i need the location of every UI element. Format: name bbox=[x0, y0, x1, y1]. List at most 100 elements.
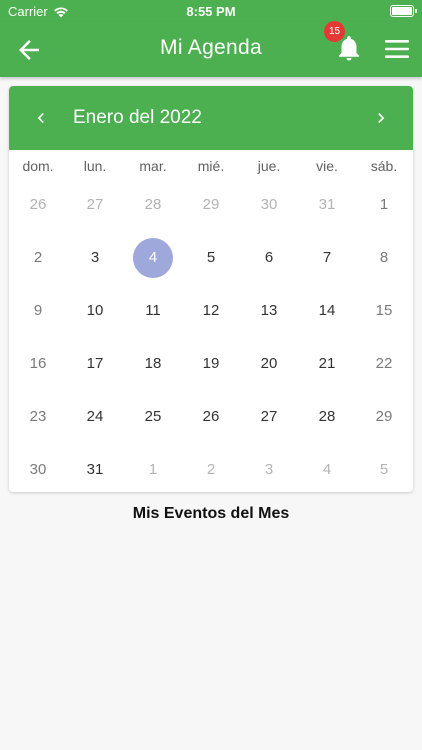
calendar-day-number: 24 bbox=[86, 408, 104, 425]
calendar-day-number: 9 bbox=[33, 302, 43, 319]
weekday-label: dom. bbox=[22, 158, 54, 174]
calendar-day-number: 3 bbox=[90, 249, 100, 266]
calendar-day-number: 23 bbox=[29, 408, 47, 425]
calendar-day-number: 29 bbox=[202, 196, 220, 213]
calendar-day[interactable]: 7 bbox=[298, 231, 356, 284]
calendar-day[interactable]: 17 bbox=[66, 337, 124, 390]
calendar-day[interactable]: 1 bbox=[355, 178, 413, 231]
calendar-day[interactable]: 15 bbox=[355, 284, 413, 337]
calendar-day-number: 18 bbox=[144, 355, 162, 372]
calendar-day[interactable]: 5 bbox=[182, 231, 240, 284]
weekday-row: dom. lun. mar. mié. jue. vie. sáb. bbox=[9, 158, 413, 178]
calendar-day[interactable]: 2 bbox=[182, 443, 240, 492]
calendar-day-number: 10 bbox=[86, 302, 104, 319]
calendar-day-number: 6 bbox=[264, 249, 274, 266]
calendar-day[interactable]: 13 bbox=[240, 284, 298, 337]
weekday-label: mar. bbox=[139, 158, 167, 174]
weekday-label: mié. bbox=[197, 158, 225, 174]
calendar-day[interactable]: 29 bbox=[355, 390, 413, 443]
calendar-day-number: 27 bbox=[260, 408, 278, 425]
calendar-day-number: 17 bbox=[86, 355, 104, 372]
chevron-right-icon[interactable] bbox=[371, 108, 391, 128]
calendar-day[interactable]: 3 bbox=[66, 231, 124, 284]
calendar-day[interactable]: 26 bbox=[9, 178, 67, 231]
calendar-card: Enero del 2022 dom. lun. mar. mié. jue. … bbox=[9, 86, 413, 492]
calendar-day-number: 26 bbox=[29, 196, 47, 213]
calendar-day-number: 2 bbox=[33, 249, 43, 266]
notification-badge: 15 bbox=[324, 21, 345, 42]
calendar-day[interactable]: 6 bbox=[240, 231, 298, 284]
calendar-day[interactable]: 2 bbox=[9, 231, 67, 284]
calendar-day[interactable]: 27 bbox=[240, 390, 298, 443]
calendar-day[interactable]: 23 bbox=[9, 390, 67, 443]
calendar-day-selected[interactable]: 4 bbox=[124, 231, 182, 284]
calendar-day[interactable]: 12 bbox=[182, 284, 240, 337]
battery-icon bbox=[390, 5, 417, 17]
calendar-day[interactable]: 27 bbox=[66, 178, 124, 231]
calendar-day[interactable]: 19 bbox=[182, 337, 240, 390]
calendar-header: Enero del 2022 bbox=[9, 86, 413, 150]
calendar-day[interactable]: 25 bbox=[124, 390, 182, 443]
calendar-day[interactable]: 29 bbox=[182, 178, 240, 231]
calendar-day-number: 31 bbox=[86, 461, 104, 478]
calendar-day[interactable]: 20 bbox=[240, 337, 298, 390]
calendar-day[interactable]: 10 bbox=[66, 284, 124, 337]
calendar-day-number: 4 bbox=[133, 237, 173, 278]
calendar-day-number: 3 bbox=[264, 461, 274, 478]
calendar-day[interactable]: 1 bbox=[124, 443, 182, 492]
calendar-day-number: 15 bbox=[375, 302, 393, 319]
calendar-day-number: 12 bbox=[202, 302, 220, 319]
weekday-label: vie. bbox=[316, 158, 338, 174]
calendar-day-number: 2 bbox=[206, 461, 216, 478]
weekday-label: sáb. bbox=[370, 158, 398, 174]
calendar-day-number: 29 bbox=[375, 408, 393, 425]
calendar-day-number: 8 bbox=[379, 249, 389, 266]
calendar-day[interactable]: 8 bbox=[355, 231, 413, 284]
weekday-label: lun. bbox=[83, 158, 107, 174]
calendar-day-number: 25 bbox=[144, 408, 162, 425]
calendar-day-number: 19 bbox=[202, 355, 220, 372]
calendar-day[interactable]: 22 bbox=[355, 337, 413, 390]
weekday-label: jue. bbox=[257, 158, 281, 174]
calendar-day[interactable]: 21 bbox=[298, 337, 356, 390]
calendar-day-number: 13 bbox=[260, 302, 278, 319]
calendar-day[interactable]: 28 bbox=[124, 178, 182, 231]
calendar-day-number: 16 bbox=[29, 355, 47, 372]
calendar-day[interactable]: 4 bbox=[298, 443, 356, 492]
calendar-day[interactable]: 3 bbox=[240, 443, 298, 492]
calendar-day-number: 14 bbox=[318, 302, 336, 319]
calendar-day[interactable]: 9 bbox=[9, 284, 67, 337]
status-bar: Carrier 8:55 PM bbox=[0, 0, 422, 22]
calendar-day-number: 11 bbox=[145, 302, 161, 319]
menu-icon[interactable] bbox=[384, 37, 410, 61]
calendar-day-number: 22 bbox=[375, 355, 393, 372]
calendar-day[interactable]: 5 bbox=[355, 443, 413, 492]
calendar-day-number: 20 bbox=[260, 355, 278, 372]
app-bar: Mi Agenda 15 bbox=[0, 21, 422, 77]
calendar-day-number: 1 bbox=[379, 196, 389, 213]
calendar-day-number: 27 bbox=[86, 196, 104, 213]
calendar-day[interactable]: 31 bbox=[298, 178, 356, 231]
calendar-day[interactable]: 11 bbox=[124, 284, 182, 337]
calendar-day-number: 30 bbox=[29, 461, 47, 478]
month-label: Enero del 2022 bbox=[73, 107, 202, 128]
calendar-day[interactable]: 18 bbox=[124, 337, 182, 390]
calendar-day-number: 1 bbox=[148, 461, 158, 478]
calendar-day-number: 5 bbox=[206, 249, 216, 266]
calendar-day-number: 4 bbox=[322, 461, 332, 478]
calendar-day-number: 30 bbox=[260, 196, 278, 213]
calendar-day[interactable]: 24 bbox=[66, 390, 124, 443]
calendar-day-number: 28 bbox=[144, 196, 162, 213]
calendar-day-number: 26 bbox=[202, 408, 220, 425]
chevron-left-icon[interactable] bbox=[31, 108, 51, 128]
calendar-day[interactable]: 16 bbox=[9, 337, 67, 390]
calendar-day[interactable]: 14 bbox=[298, 284, 356, 337]
calendar-day-number: 5 bbox=[379, 461, 389, 478]
calendar-day[interactable]: 30 bbox=[9, 443, 67, 492]
calendar-day[interactable]: 31 bbox=[66, 443, 124, 492]
calendar-day[interactable]: 28 bbox=[298, 390, 356, 443]
calendar-day-number: 28 bbox=[318, 408, 336, 425]
calendar-day[interactable]: 26 bbox=[182, 390, 240, 443]
status-time: 8:55 PM bbox=[186, 4, 236, 19]
calendar-day[interactable]: 30 bbox=[240, 178, 298, 231]
